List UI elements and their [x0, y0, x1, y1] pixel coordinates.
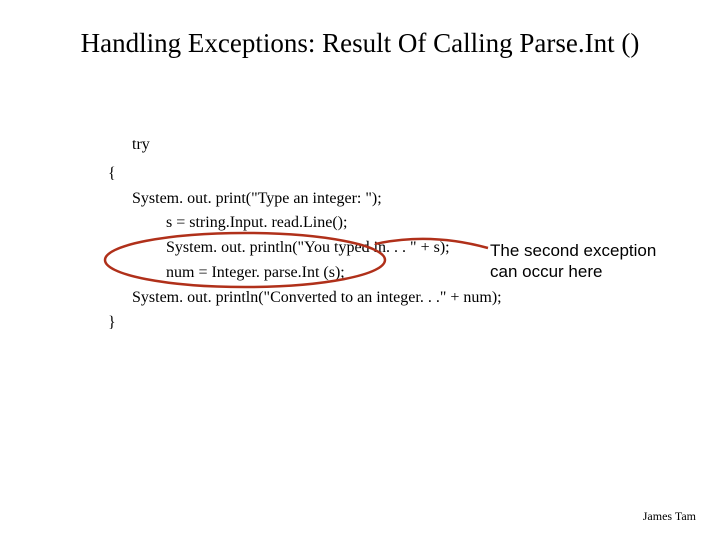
- code-line-1: System. out. print("Type an integer: ");: [132, 187, 578, 212]
- code-try: try: [132, 133, 578, 158]
- code-block: try { System. out. print("Type an intege…: [108, 133, 578, 335]
- code-line-2: s = string.Input. read.Line();: [166, 211, 578, 236]
- code-brace-open: {: [108, 162, 578, 187]
- code-line-5: System. out. println("Converted to an in…: [132, 286, 578, 311]
- callout-line-1: The second exception: [490, 241, 656, 260]
- callout-text: The second exception can occur here: [490, 240, 700, 283]
- code-brace-close: }: [108, 311, 578, 336]
- footer-author: James Tam: [643, 509, 696, 524]
- callout-line-2: can occur here: [490, 262, 602, 281]
- slide-title: Handling Exceptions: Result Of Calling P…: [0, 28, 720, 59]
